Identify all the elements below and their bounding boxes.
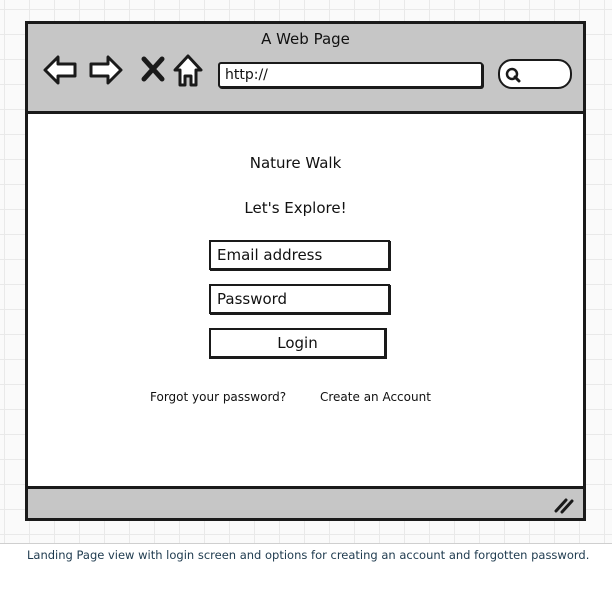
site-name: Nature Walk bbox=[249, 154, 342, 172]
canvas-background: A Web Page http:// Nature Walk Let's Exp… bbox=[0, 0, 612, 544]
status-bar bbox=[28, 486, 583, 518]
browser-window: A Web Page http:// Nature Walk Let's Exp… bbox=[25, 21, 586, 521]
tagline: Let's Explore! bbox=[244, 199, 347, 217]
home-icon[interactable] bbox=[170, 52, 206, 88]
search-icon bbox=[505, 67, 521, 83]
url-input[interactable]: http:// bbox=[218, 62, 483, 88]
email-field[interactable]: Email address bbox=[209, 240, 390, 270]
close-icon[interactable] bbox=[137, 52, 173, 88]
login-button[interactable]: Login bbox=[209, 328, 387, 359]
forgot-password-link[interactable]: Forgot your password? bbox=[150, 390, 286, 404]
search-field[interactable] bbox=[498, 59, 572, 89]
forward-arrow-icon[interactable] bbox=[88, 52, 124, 88]
password-field[interactable]: Password bbox=[209, 284, 390, 314]
resize-grip-icon[interactable] bbox=[553, 496, 575, 518]
caption: Landing Page view with login screen and … bbox=[27, 548, 590, 562]
create-account-link[interactable]: Create an Account bbox=[320, 390, 431, 404]
browser-toolbar: A Web Page http:// bbox=[28, 24, 583, 114]
page-content: Nature Walk Let's Explore! Email address… bbox=[28, 114, 583, 486]
back-arrow-icon[interactable] bbox=[42, 52, 78, 88]
window-title: A Web Page bbox=[261, 30, 350, 48]
